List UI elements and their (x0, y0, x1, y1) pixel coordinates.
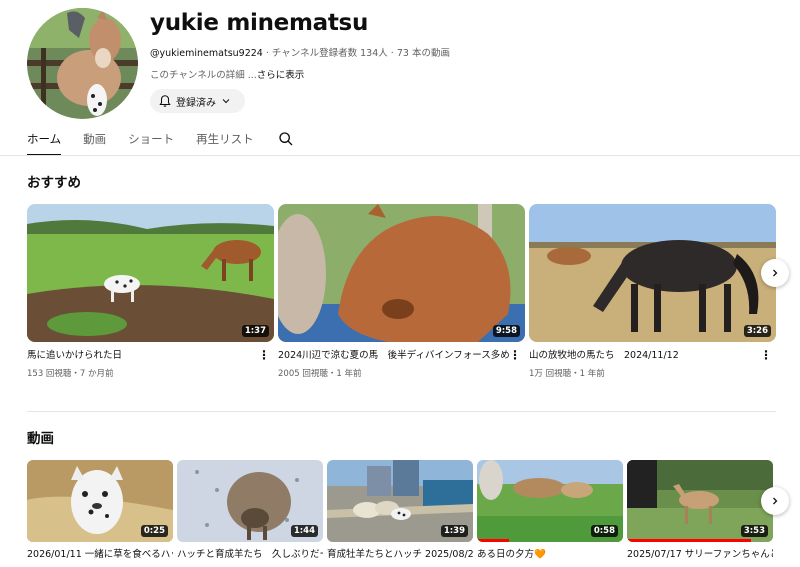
video-title[interactable]: 馬に追いかけられた日 (27, 348, 274, 363)
video-title[interactable]: 2025/07/17 サリーファンちゃんと馴致 (627, 548, 773, 562)
subscribed-label: 登録済み (176, 97, 216, 109)
subscribed-button[interactable]: 登録済み (150, 89, 245, 113)
video-duration: 3:53 (740, 525, 768, 537)
video-duration: 0:25 (140, 525, 168, 537)
video-title[interactable]: 2026/01/11 一緒に草を食べるハッチ (27, 548, 173, 562)
video-thumbnail[interactable]: 0:58 (477, 460, 623, 542)
video-title[interactable]: 育成牡羊たちとハッチ 2025/08/26 (327, 548, 473, 562)
video-thumbnail[interactable]: 9:58 (278, 204, 525, 342)
channel-desc-text: このチャンネルの詳細 ... (150, 70, 257, 81)
chevron-right-icon[interactable] (761, 487, 789, 515)
video-title[interactable]: 山の放牧地の馬たち 2024/11/12 (529, 348, 776, 363)
video-duration: 9:58 (492, 325, 520, 337)
video-card[interactable]: 1:39 育成牡羊たちとハッチ 2025/08/26 (327, 460, 473, 562)
channel-name: yukie minematsu (150, 10, 369, 36)
section-divider (27, 411, 776, 412)
channel-tabs: ホーム 動画 ショート 再生リスト (27, 131, 316, 156)
watch-progress-bar (627, 539, 752, 542)
video-duration: 1:37 (241, 325, 269, 337)
video-thumbnail[interactable]: 3:53 (627, 460, 773, 542)
bell-icon (158, 94, 172, 108)
more-vert-icon[interactable]: ⋮ (509, 349, 521, 361)
video-thumbnail[interactable]: 1:39 (327, 460, 473, 542)
more-vert-icon[interactable]: ⋮ (258, 349, 270, 361)
section-title-videos: 動画 (27, 431, 54, 447)
channel-avatar[interactable] (27, 8, 138, 119)
video-meta: 1万 回視聴・1 年前 (529, 369, 605, 379)
video-card[interactable]: 3:26 山の放牧地の馬たち 2024/11/12 1万 回視聴・1 年前 ⋮ (529, 204, 776, 379)
tab-videos[interactable]: 動画 (83, 131, 106, 156)
video-meta: 2005 回視聴・1 年前 (278, 369, 362, 379)
video-title[interactable]: ある日の夕方🧡 (477, 548, 623, 562)
video-duration: 3:26 (743, 325, 771, 337)
video-thumbnail[interactable]: 1:37 (27, 204, 274, 342)
channel-handle: @yukieminematsu9224 (150, 48, 263, 59)
more-vert-icon[interactable]: ⋮ (760, 349, 772, 361)
video-card[interactable]: 3:53 2025/07/17 サリーファンちゃんと馴致 (627, 460, 773, 562)
tab-playlists[interactable]: 再生リスト (196, 131, 254, 156)
watch-progress-bar (477, 539, 510, 542)
video-card[interactable]: 1:37 馬に追いかけられた日 153 回視聴・7 か月前 ⋮ (27, 204, 274, 379)
video-thumbnail[interactable]: 3:26 (529, 204, 776, 342)
video-title[interactable]: ハッチと育成羊たち 久しぶりだーたからお着を食べちゃう (177, 548, 323, 562)
chevron-down-icon (220, 95, 232, 107)
show-more-link[interactable]: さらに表示 (257, 70, 305, 81)
video-card[interactable]: 0:58 ある日の夕方🧡 (477, 460, 623, 562)
video-card[interactable]: 0:25 2026/01/11 一緒に草を食べるハッチ (27, 460, 173, 562)
channel-meta: @yukieminematsu9224 · チャンネル登録者数 134人 · 7… (150, 45, 450, 59)
tab-home[interactable]: ホーム (27, 131, 62, 156)
video-thumbnail[interactable]: 1:44 (177, 460, 323, 542)
video-duration: 1:44 (290, 525, 318, 537)
video-duration: 0:58 (590, 525, 618, 537)
search-icon[interactable] (278, 131, 294, 156)
tabs-divider (0, 155, 800, 156)
video-title[interactable]: 2024川辺で涼む夏の馬 後半ディバインフォース多め (278, 348, 525, 363)
section-title-recommended: おすすめ (27, 175, 81, 191)
video-meta: 153 回視聴・7 か月前 (27, 369, 114, 379)
video-duration: 1:39 (440, 525, 468, 537)
video-card[interactable]: 1:44 ハッチと育成羊たち 久しぶりだーたからお着を食べちゃう (177, 460, 323, 562)
channel-description[interactable]: このチャンネルの詳細 ...さらに表示 (150, 67, 304, 81)
video-thumbnail[interactable]: 0:25 (27, 460, 173, 542)
tab-shorts[interactable]: ショート (128, 131, 174, 156)
channel-stats: · チャンネル登録者数 134人 · 73 本の動画 (262, 48, 450, 59)
chevron-right-icon[interactable] (761, 259, 789, 287)
video-card[interactable]: 9:58 2024川辺で涼む夏の馬 後半ディバインフォース多め 2005 回視聴… (278, 204, 525, 379)
